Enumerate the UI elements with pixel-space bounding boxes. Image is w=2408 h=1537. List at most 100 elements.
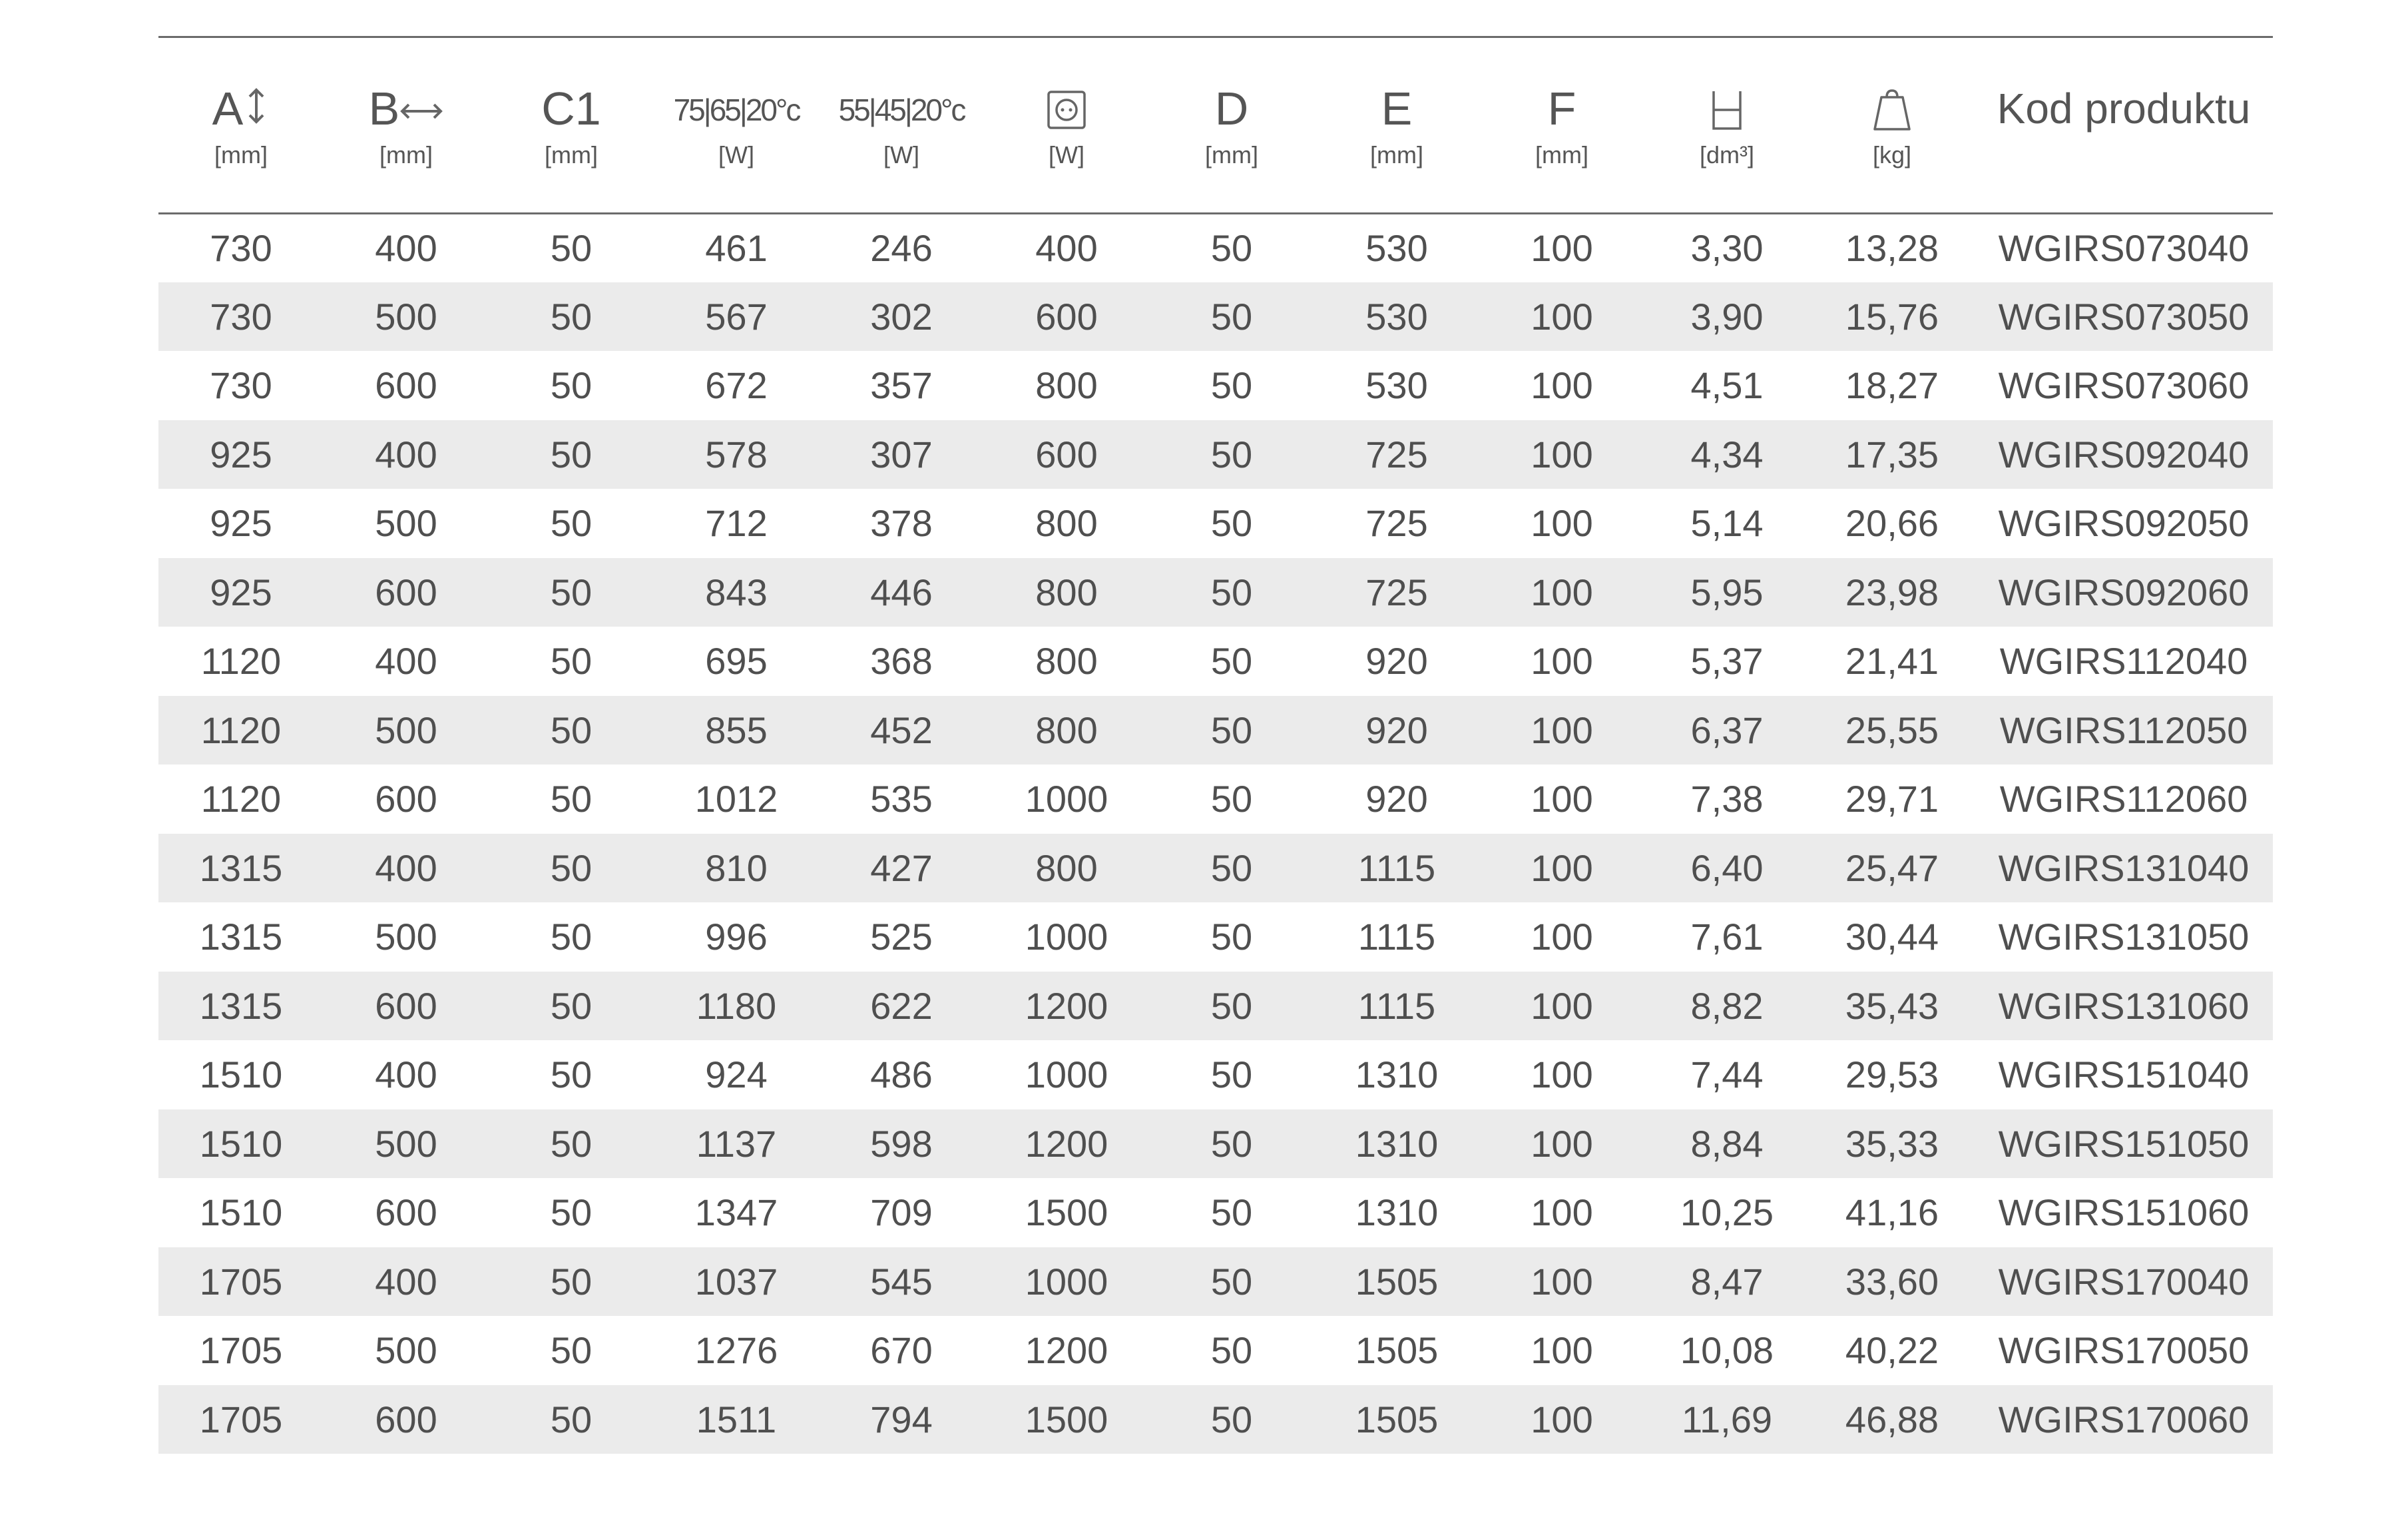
cell-a: 1510 — [199, 1122, 283, 1165]
cell-electric-power: 800 — [1035, 571, 1098, 613]
cell-e: 1115 — [1357, 916, 1436, 958]
cell-product-code: WGIRS112050 — [1999, 709, 2248, 751]
cell-power-55: 302 — [870, 295, 933, 338]
cell-product-code: WGIRS170040 — [1998, 1260, 2250, 1303]
cell-a: 730 — [210, 295, 272, 338]
water-capacity-icon — [1644, 82, 1809, 138]
header-c1: C1 [mm] — [489, 38, 654, 214]
cell-power-55: 427 — [870, 846, 933, 889]
cell-c1: 50 — [550, 571, 593, 613]
header-c1-unit: [mm] — [545, 141, 598, 168]
header-weight: [kg] — [1809, 38, 1975, 214]
cell-electric-power: 1500 — [1025, 1191, 1108, 1234]
cell-water-capacity: 7,44 — [1690, 1054, 1764, 1096]
cell-water-capacity: 4,34 — [1690, 433, 1764, 475]
header-c1-label: C1 — [541, 82, 601, 135]
cell-power-75: 461 — [705, 227, 768, 269]
header-d-unit: [mm] — [1205, 141, 1258, 168]
cell-weight: 25,55 — [1845, 709, 1939, 751]
cell-power-75: 1137 — [696, 1122, 777, 1165]
cell-water-capacity: 7,61 — [1690, 916, 1764, 958]
cell-c1: 50 — [550, 846, 593, 889]
table-row: 1315 400 50 810 427 800 50 1115 100 6,40 25,47 WGIR… — [158, 833, 2273, 902]
table-row: 1705 400 50 1037 545 1000 50 1505 100 8,47 33,60 WG… — [158, 1247, 2273, 1316]
cell-product-code: WGIRS170060 — [1998, 1398, 2250, 1440]
cell-d: 50 — [1210, 1054, 1253, 1096]
cell-power-75: 810 — [705, 846, 768, 889]
cell-f: 100 — [1531, 1122, 1593, 1165]
cell-e: 725 — [1365, 571, 1428, 613]
cell-water-capacity: 8,47 — [1690, 1260, 1764, 1303]
header-weight-unit: [kg] — [1872, 141, 1912, 168]
cell-f: 100 — [1531, 846, 1593, 889]
cell-f: 100 — [1531, 502, 1593, 545]
cell-power-55: 545 — [870, 1260, 933, 1303]
cell-weight: 41,16 — [1845, 1191, 1939, 1234]
cell-power-75: 567 — [705, 295, 768, 338]
cell-e: 1115 — [1357, 984, 1436, 1027]
cell-d: 50 — [1210, 364, 1253, 407]
cell-electric-power: 1200 — [1025, 1329, 1108, 1372]
cell-power-75: 1037 — [694, 1260, 778, 1303]
table-row: 925 600 50 843 446 800 50 725 100 5,95 23,98 WGIRS0… — [158, 557, 2273, 627]
header-b-label: B — [368, 82, 400, 135]
cell-e: 1115 — [1357, 846, 1436, 889]
cell-f: 100 — [1531, 916, 1593, 958]
cell-c1: 50 — [550, 640, 593, 683]
cell-d: 50 — [1210, 1191, 1253, 1234]
cell-product-code: WGIRS073050 — [1998, 295, 2250, 338]
cell-water-capacity: 8,84 — [1690, 1122, 1764, 1165]
cell-e: 530 — [1365, 295, 1428, 338]
cell-a: 925 — [210, 571, 272, 613]
cell-f: 100 — [1531, 571, 1593, 613]
cell-weight: 29,71 — [1845, 778, 1939, 820]
header-power-55-unit: [W] — [883, 141, 919, 168]
cell-electric-power: 400 — [1035, 227, 1098, 269]
cell-power-75: 855 — [705, 709, 768, 751]
cell-b: 600 — [375, 778, 437, 820]
table-row: 1705 600 50 1511 794 1500 50 1505 100 11,69 46,88 W… — [158, 1384, 2273, 1454]
cell-power-55: 598 — [870, 1122, 933, 1165]
header-electric-unit: [W] — [1049, 141, 1084, 168]
cell-a: 1510 — [199, 1191, 283, 1234]
cell-b: 600 — [375, 1398, 437, 1440]
cell-water-capacity: 5,95 — [1690, 571, 1764, 613]
header-d: D [mm] — [1149, 38, 1314, 214]
cell-electric-power: 800 — [1035, 709, 1098, 751]
cell-power-55: 670 — [870, 1329, 933, 1372]
cell-e: 1505 — [1355, 1260, 1439, 1303]
cell-weight: 20,66 — [1845, 502, 1939, 545]
cell-electric-power: 800 — [1035, 640, 1098, 683]
header-water-capacity: [dm³] — [1644, 38, 1809, 214]
weight-icon — [1809, 82, 1975, 138]
cell-weight: 35,33 — [1845, 1122, 1939, 1165]
cell-weight: 15,76 — [1845, 295, 1939, 338]
cell-power-75: 1347 — [694, 1191, 778, 1234]
cell-product-code: WGIRS092040 — [1998, 433, 2250, 475]
header-electric-power: [W] — [984, 38, 1149, 214]
cell-d: 50 — [1210, 916, 1253, 958]
cell-product-code: WGIRS073060 — [1998, 364, 2250, 407]
cell-c1: 50 — [550, 778, 593, 820]
header-b: B [mm] — [324, 38, 489, 214]
cell-electric-power: 1000 — [1025, 778, 1108, 820]
header-a-unit: [mm] — [214, 141, 268, 168]
horizontal-arrow-icon — [399, 91, 443, 133]
header-product-code: Kod produktu — [1975, 38, 2273, 214]
header-a-label: A — [212, 82, 244, 135]
cell-f: 100 — [1531, 1191, 1593, 1234]
cell-electric-power: 1200 — [1025, 984, 1108, 1027]
cell-d: 50 — [1210, 778, 1253, 820]
cell-product-code: WGIRS112060 — [1999, 778, 2248, 820]
cell-weight: 29,53 — [1845, 1054, 1939, 1096]
cell-a: 1705 — [199, 1329, 283, 1372]
cell-electric-power: 1000 — [1025, 916, 1108, 958]
cell-e: 920 — [1365, 778, 1428, 820]
cell-f: 100 — [1531, 364, 1593, 407]
cell-b: 400 — [375, 1054, 437, 1096]
table-row: 1510 600 50 1347 709 1500 50 1310 100 10,25 41,16 W… — [158, 1178, 2273, 1247]
cell-electric-power: 800 — [1035, 846, 1098, 889]
cell-power-75: 1180 — [696, 984, 777, 1027]
cell-power-55: 446 — [870, 571, 933, 613]
header-power-75-unit: [W] — [718, 141, 754, 168]
